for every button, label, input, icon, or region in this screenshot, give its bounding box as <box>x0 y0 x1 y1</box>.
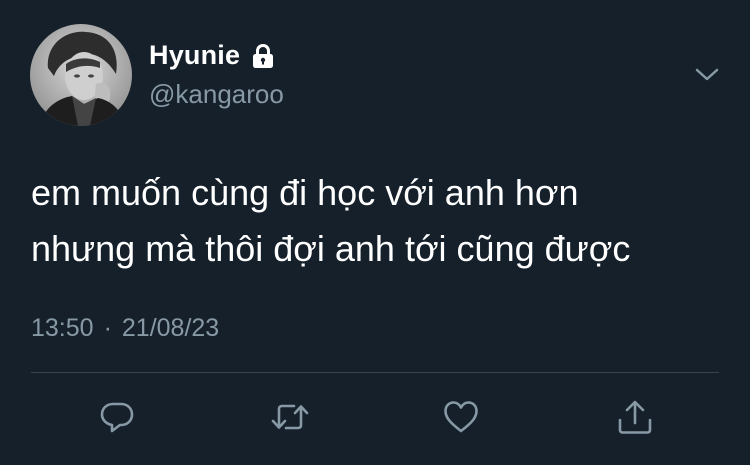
divider <box>31 372 719 373</box>
retweet-icon <box>271 404 309 430</box>
display-name[interactable]: Hyunie <box>149 40 276 71</box>
share-button[interactable] <box>615 397 655 437</box>
like-button[interactable] <box>441 397 481 437</box>
avatar-image <box>30 24 132 126</box>
meta-separator: · <box>103 314 112 342</box>
tweet-text-line: nhưng mà thôi đợi anh tới cũng được <box>31 228 631 269</box>
tweet-card: Hyunie @kangaroo em muốn cùng đi học với… <box>0 0 750 465</box>
lock-icon <box>250 43 276 69</box>
tweet-timestamp[interactable]: 13:50 · 21/08/23 <box>31 314 219 343</box>
chevron-down-icon[interactable] <box>693 64 721 86</box>
tweet-date: 21/08/23 <box>121 314 220 342</box>
reply-icon <box>100 402 134 433</box>
reply-button[interactable] <box>97 397 137 437</box>
tweet-time: 13:50 <box>31 314 94 342</box>
user-handle[interactable]: @kangaroo <box>149 79 284 110</box>
share-icon <box>618 400 652 434</box>
avatar[interactable] <box>30 24 132 126</box>
tweet-text: em muốn cùng đi học với anh hơn nhưng mà… <box>31 165 721 277</box>
tweet-text-line: em muốn cùng đi học với anh hơn <box>31 172 579 213</box>
display-name-text: Hyunie <box>149 40 241 70</box>
retweet-button[interactable] <box>270 397 310 437</box>
heart-icon <box>444 401 478 433</box>
